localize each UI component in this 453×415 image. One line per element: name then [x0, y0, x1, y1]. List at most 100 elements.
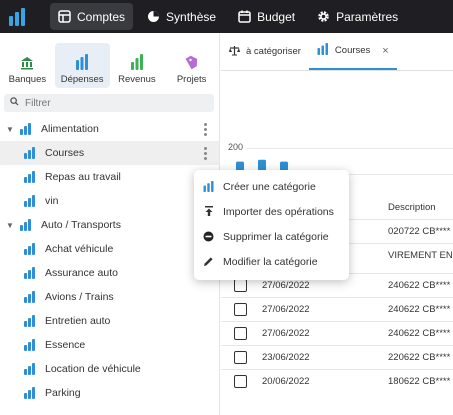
tab-a-categoriser[interactable]: à catégoriser — [221, 33, 309, 70]
search-icon — [10, 97, 19, 109]
category-item-assurance-auto[interactable]: Assurance auto — [0, 261, 219, 285]
category-item-label: Repas au travail — [45, 171, 121, 183]
row-checkbox[interactable] — [234, 327, 247, 340]
row-date: 23/06/2022 — [262, 352, 310, 363]
expenses-icon — [24, 195, 37, 207]
category-sidebar: Banques Dépenses Revenus Projets Filtrer… — [0, 33, 220, 415]
tab-banques[interactable]: Banques — [0, 43, 55, 88]
tab-revenus[interactable]: Revenus — [110, 43, 165, 88]
row-description: 240622 CB**** — [388, 280, 451, 291]
row-checkbox[interactable] — [234, 279, 247, 292]
revenue-icon — [130, 52, 144, 70]
chevron-down-icon[interactable]: ▼ — [6, 221, 16, 230]
app-logo[interactable] — [0, 0, 34, 33]
chart-bars — [236, 159, 288, 174]
category-group-label: Auto / Transports — [41, 219, 121, 231]
row-date: 27/06/2022 — [262, 280, 310, 291]
category-context-menu: Créer une catégorie Importer des opérati… — [194, 170, 349, 280]
column-header-description[interactable]: Description — [388, 202, 436, 213]
delete-icon — [203, 231, 214, 242]
nav-parametres[interactable]: Paramètres — [309, 3, 406, 30]
category-item-location-de-vehicule[interactable]: Location de véhicule — [0, 357, 219, 381]
nav-synthese[interactable]: Synthèse — [139, 3, 224, 30]
category-item-avions-trains[interactable]: Avions / Trains — [0, 285, 219, 309]
category-item-essence[interactable]: Essence — [0, 333, 219, 357]
row-description: 240622 CB**** — [388, 328, 451, 339]
category-item-repas-au-travail[interactable]: Repas au travail — [0, 165, 219, 189]
top-navigation-bar: Comptes Synthèse Budget Paramètres — [0, 0, 453, 33]
row-checkbox[interactable] — [234, 375, 247, 388]
row-description: VIREMENT EN V — [388, 250, 453, 261]
expenses-icon — [20, 123, 33, 135]
filter-box — [4, 94, 214, 112]
table-row[interactable]: 20/06/2022 180622 CB**** — [221, 369, 453, 393]
tab-projets[interactable]: Projets — [164, 43, 219, 88]
expenses-icon — [24, 243, 37, 255]
tab-projets-label: Projets — [176, 74, 207, 85]
nav-synthese-label: Synthèse — [166, 9, 217, 24]
import-icon — [203, 206, 214, 217]
bank-icon — [20, 52, 34, 70]
tab-depenses[interactable]: Dépenses — [54, 43, 110, 88]
expenses-icon — [24, 339, 37, 351]
menu-item-edit-category[interactable]: Modifier la catégorie — [194, 249, 349, 274]
row-date: 20/06/2022 — [262, 376, 310, 387]
close-icon[interactable]: × — [382, 45, 388, 57]
category-type-tabs: Banques Dépenses Revenus Projets — [0, 33, 219, 88]
expenses-icon — [75, 52, 89, 70]
category-item-label: Location de véhicule — [45, 363, 141, 375]
category-group-auto-transports[interactable]: ▼ Auto / Transports — [0, 213, 219, 237]
tab-courses[interactable]: Courses × — [308, 33, 397, 70]
more-options-icon[interactable] — [204, 123, 207, 136]
nav-budget-label: Budget — [257, 9, 296, 24]
row-description: 220622 CB**** — [388, 352, 451, 363]
menu-item-import-operations[interactable]: Importer des opérations — [194, 199, 349, 224]
category-item-parking[interactable]: Parking — [0, 381, 219, 405]
expenses-bar-chart: 200 0 — [221, 91, 453, 181]
menu-item-delete-category[interactable]: Supprimer la catégorie — [194, 224, 349, 249]
expenses-icon — [24, 267, 37, 279]
table-row[interactable]: 23/06/2022 220622 CB**** — [221, 345, 453, 369]
expenses-icon — [24, 171, 37, 183]
category-item-entretien-auto[interactable]: Entretien auto — [0, 309, 219, 333]
row-checkbox[interactable] — [234, 303, 247, 316]
category-group-alimentation[interactable]: ▼ Alimentation — [0, 117, 219, 141]
nav-parametres-label: Paramètres — [336, 9, 399, 24]
filter-input[interactable] — [25, 97, 205, 109]
expenses-icon — [24, 363, 37, 375]
gear-icon — [317, 10, 330, 23]
category-item-achat-vehicule[interactable]: Achat véhicule — [0, 237, 219, 261]
chevron-down-icon[interactable]: ▼ — [6, 125, 16, 134]
expenses-icon — [317, 43, 329, 58]
category-item-label: vin — [45, 195, 59, 207]
category-tree: ▼ Alimentation Courses Repas au travail … — [0, 117, 219, 405]
category-item-label: Achat véhicule — [45, 243, 114, 255]
row-checkbox[interactable] — [234, 351, 247, 364]
tab-revenus-label: Revenus — [118, 74, 156, 85]
row-date: 27/06/2022 — [262, 328, 310, 339]
row-date: 27/06/2022 — [262, 304, 310, 315]
menu-item-label: Supprimer la catégorie — [223, 230, 329, 243]
category-item-courses[interactable]: Courses — [0, 141, 219, 165]
pie-chart-icon — [147, 10, 160, 23]
more-options-icon[interactable] — [204, 147, 207, 160]
pencil-icon — [203, 256, 214, 267]
category-item-label: Essence — [45, 339, 86, 351]
nav-budget[interactable]: Budget — [230, 3, 303, 30]
table-row[interactable]: 27/06/2022 240622 CB**** — [221, 297, 453, 321]
tab-depenses-label: Dépenses — [60, 74, 104, 85]
tab-courses-label: Courses — [334, 45, 371, 56]
tab-banques-label: Banques — [8, 74, 47, 85]
menu-item-create-category[interactable]: Créer une catégorie — [194, 174, 349, 199]
scale-icon — [229, 45, 240, 59]
nav-comptes[interactable]: Comptes — [50, 3, 134, 30]
tag-icon — [185, 52, 199, 70]
table-row[interactable]: 27/06/2022 240622 CB**** — [221, 321, 453, 345]
category-item-label: Parking — [45, 387, 81, 399]
menu-item-label: Importer des opérations — [223, 205, 334, 218]
category-item-vin[interactable]: vin — [0, 189, 219, 213]
row-description: 020722 CB**** — [388, 226, 451, 237]
category-item-label: Avions / Trains — [45, 291, 114, 303]
expenses-icon — [24, 315, 37, 327]
nav-comptes-label: Comptes — [77, 9, 126, 24]
